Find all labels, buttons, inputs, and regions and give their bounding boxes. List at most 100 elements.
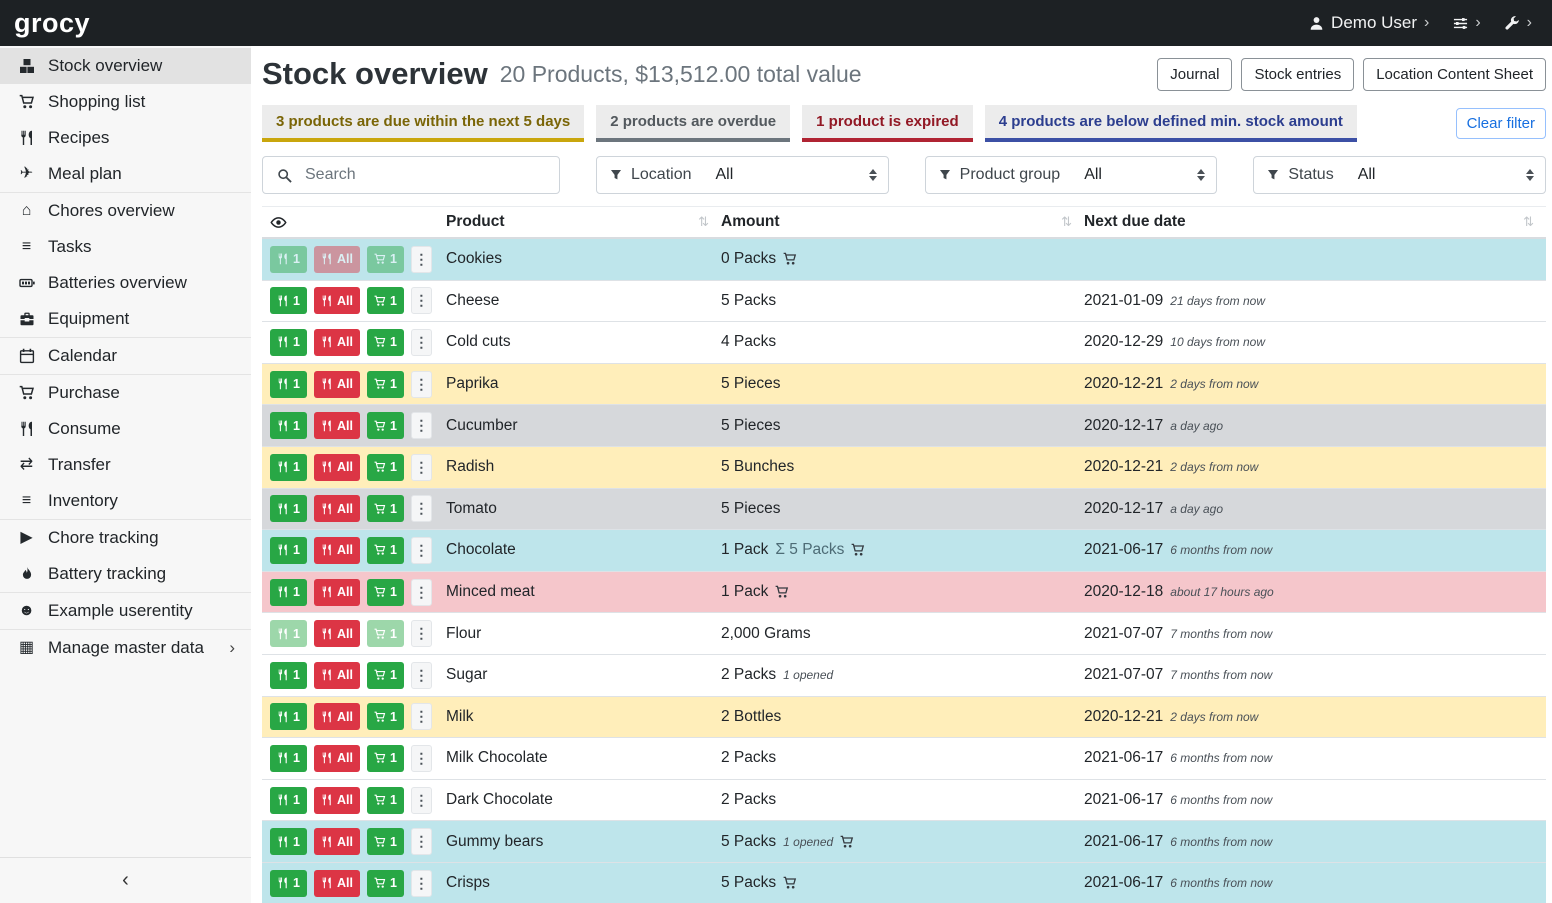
row-menu-button[interactable]: ⋮ <box>411 329 432 356</box>
add-to-cart-button[interactable]: 1 <box>367 620 404 647</box>
consume-all-button[interactable]: All <box>314 870 360 897</box>
consume-all-button[interactable]: All <box>314 495 360 522</box>
filter-select[interactable]: All <box>696 157 888 193</box>
add-to-cart-button[interactable]: 1 <box>367 579 404 606</box>
consume-all-button[interactable]: All <box>314 703 360 730</box>
column-product[interactable]: Product ⇅ <box>446 213 721 231</box>
add-to-cart-button[interactable]: 1 <box>367 412 404 439</box>
sidebar-item-chore-tracking[interactable]: ▶ Chore tracking <box>0 519 251 556</box>
row-menu-button[interactable]: ⋮ <box>411 870 432 897</box>
consume-all-button[interactable]: All <box>314 620 360 647</box>
settings-menu[interactable]: › <box>1453 14 1480 32</box>
row-menu-button[interactable]: ⋮ <box>411 745 432 772</box>
consume-all-button[interactable]: All <box>314 371 360 398</box>
location-content-sheet-button[interactable]: Location Content Sheet <box>1363 58 1546 91</box>
filter-select[interactable]: All <box>1064 157 1216 193</box>
consume-one-button[interactable]: 1 <box>270 329 307 356</box>
clear-filter-button[interactable]: Clear filter <box>1456 108 1546 139</box>
add-to-cart-button[interactable]: 1 <box>367 246 404 273</box>
row-menu-button[interactable]: ⋮ <box>411 495 432 522</box>
sidebar-item-inventory[interactable]: ≡ Inventory <box>0 483 251 519</box>
sidebar-item-purchase[interactable]: Purchase <box>0 374 251 411</box>
sidebar-item-recipes[interactable]: Recipes <box>0 120 251 156</box>
consume-one-button[interactable]: 1 <box>270 662 307 689</box>
consume-all-button[interactable]: All <box>314 454 360 481</box>
add-to-cart-button[interactable]: 1 <box>367 870 404 897</box>
consume-one-button[interactable]: 1 <box>270 703 307 730</box>
add-to-cart-button[interactable]: 1 <box>367 787 404 814</box>
sidebar-item-example-userentity[interactable]: ☻ Example userentity <box>0 592 251 629</box>
column-amount[interactable]: Amount ⇅ <box>721 213 1084 231</box>
row-menu-button[interactable]: ⋮ <box>411 412 432 439</box>
search-input[interactable] <box>305 166 559 184</box>
consume-all-button[interactable]: All <box>314 787 360 814</box>
sidebar-item-stock-overview[interactable]: Stock overview <box>0 48 251 84</box>
sidebar-item-shopping-list[interactable]: Shopping list <box>0 84 251 120</box>
sidebar-item-transfer[interactable]: ⇄ Transfer <box>0 447 251 483</box>
banner-overdue[interactable]: 2 products are overdue <box>596 105 790 142</box>
row-menu-button[interactable]: ⋮ <box>411 828 432 855</box>
add-to-cart-button[interactable]: 1 <box>367 745 404 772</box>
banner-due-soon[interactable]: 3 products are due within the next 5 day… <box>262 105 584 142</box>
row-menu-button[interactable]: ⋮ <box>411 620 432 647</box>
filter-select[interactable]: All <box>1338 157 1545 193</box>
row-menu-button[interactable]: ⋮ <box>411 662 432 689</box>
consume-all-button[interactable]: All <box>314 537 360 564</box>
add-to-cart-button[interactable]: 1 <box>367 287 404 314</box>
add-to-cart-button[interactable]: 1 <box>367 662 404 689</box>
consume-all-button[interactable]: All <box>314 745 360 772</box>
consume-all-button[interactable]: All <box>314 828 360 855</box>
consume-one-button[interactable]: 1 <box>270 745 307 772</box>
consume-one-button[interactable]: 1 <box>270 287 307 314</box>
sidebar-item-manage-master-data[interactable]: ▦ Manage master data › <box>0 629 251 666</box>
row-menu-button[interactable]: ⋮ <box>411 371 432 398</box>
sidebar-item-battery-tracking[interactable]: Battery tracking <box>0 556 251 592</box>
sidebar-item-calendar[interactable]: Calendar <box>0 337 251 374</box>
row-menu-button[interactable]: ⋮ <box>411 787 432 814</box>
consume-one-button[interactable]: 1 <box>270 620 307 647</box>
consume-all-button[interactable]: All <box>314 579 360 606</box>
consume-all-button[interactable]: All <box>314 287 360 314</box>
admin-tools-menu[interactable]: › <box>1505 14 1532 32</box>
consume-all-button[interactable]: All <box>314 329 360 356</box>
row-menu-button[interactable]: ⋮ <box>411 454 432 481</box>
consume-one-button[interactable]: 1 <box>270 246 307 273</box>
add-to-cart-button[interactable]: 1 <box>367 371 404 398</box>
sidebar-collapse-button[interactable]: ‹ <box>0 857 251 903</box>
consume-one-button[interactable]: 1 <box>270 828 307 855</box>
consume-one-button[interactable]: 1 <box>270 870 307 897</box>
row-menu-button[interactable]: ⋮ <box>411 703 432 730</box>
row-menu-button[interactable]: ⋮ <box>411 246 432 273</box>
user-menu[interactable]: Demo User › <box>1309 13 1429 33</box>
journal-button[interactable]: Journal <box>1157 58 1232 91</box>
row-menu-button[interactable]: ⋮ <box>411 579 432 606</box>
column-next-due-date[interactable]: Next due date ⇅ <box>1084 213 1546 231</box>
stock-entries-button[interactable]: Stock entries <box>1241 58 1354 91</box>
consume-one-button[interactable]: 1 <box>270 371 307 398</box>
consume-one-button[interactable]: 1 <box>270 495 307 522</box>
sidebar-item-meal-plan[interactable]: ✈ Meal plan <box>0 156 251 192</box>
row-menu-button[interactable]: ⋮ <box>411 537 432 564</box>
consume-one-button[interactable]: 1 <box>270 412 307 439</box>
add-to-cart-button[interactable]: 1 <box>367 703 404 730</box>
sidebar-item-equipment[interactable]: Equipment <box>0 301 251 337</box>
consume-one-button[interactable]: 1 <box>270 787 307 814</box>
add-to-cart-button[interactable]: 1 <box>367 454 404 481</box>
consume-one-button[interactable]: 1 <box>270 454 307 481</box>
banner-expired[interactable]: 1 product is expired <box>802 105 973 142</box>
sidebar-item-tasks[interactable]: ≡ Tasks <box>0 229 251 265</box>
eye-icon[interactable] <box>270 214 287 231</box>
add-to-cart-button[interactable]: 1 <box>367 329 404 356</box>
add-to-cart-button[interactable]: 1 <box>367 537 404 564</box>
consume-all-button[interactable]: All <box>314 246 360 273</box>
sidebar-item-batteries-overview[interactable]: Batteries overview <box>0 265 251 301</box>
row-menu-button[interactable]: ⋮ <box>411 287 432 314</box>
consume-all-button[interactable]: All <box>314 662 360 689</box>
consume-one-button[interactable]: 1 <box>270 537 307 564</box>
consume-one-button[interactable]: 1 <box>270 579 307 606</box>
sidebar-item-consume[interactable]: Consume <box>0 411 251 447</box>
add-to-cart-button[interactable]: 1 <box>367 828 404 855</box>
sidebar-item-chores-overview[interactable]: ⌂ Chores overview <box>0 192 251 229</box>
add-to-cart-button[interactable]: 1 <box>367 495 404 522</box>
consume-all-button[interactable]: All <box>314 412 360 439</box>
